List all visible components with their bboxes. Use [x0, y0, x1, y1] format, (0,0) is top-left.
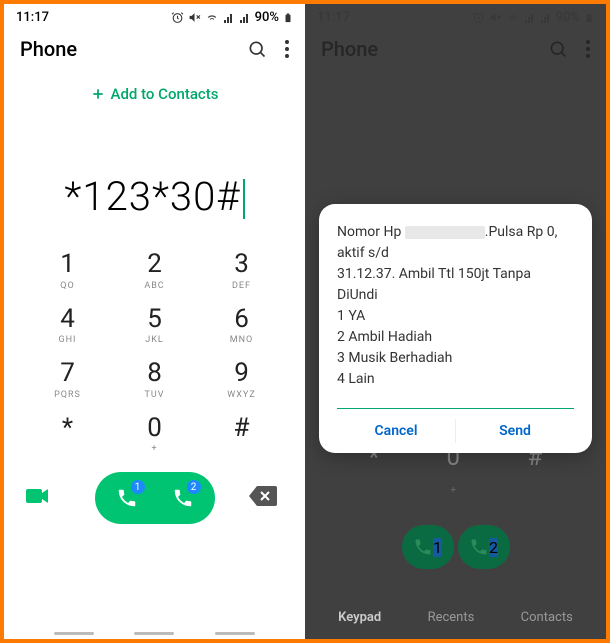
status-icons: 90% — [171, 10, 293, 25]
battery-text: 90% — [255, 10, 279, 25]
key-6[interactable]: 6MNO — [198, 305, 285, 346]
signal-icon — [223, 12, 235, 24]
cancel-button[interactable]: Cancel — [337, 409, 455, 453]
dialog-opt1: 1 YA — [337, 308, 365, 324]
send-button[interactable]: Send — [456, 409, 574, 453]
dialog-opt2: 2 Ambil Hadiah — [337, 329, 432, 345]
mute-icon — [188, 11, 201, 24]
dialog-opt3: 3 Musik Berhadiah — [337, 350, 452, 366]
bg-call-sim1: 1 — [402, 525, 454, 569]
tab-contacts: Contacts — [521, 610, 573, 625]
call-row: 1 2 — [4, 454, 305, 532]
key-3[interactable]: 3DEF — [198, 250, 285, 291]
call-sim2-button[interactable]: 2 — [157, 476, 209, 520]
signal-icon-2 — [239, 12, 251, 24]
battery-icon — [283, 11, 293, 25]
bg-call-row: 1 2 — [305, 515, 606, 579]
bg-tabs: Keypad Recents Contacts — [305, 610, 606, 625]
redacted-number — [405, 226, 485, 239]
add-to-contacts-button[interactable]: Add to Contacts — [4, 67, 305, 113]
tab-keypad: Keypad — [338, 610, 381, 625]
dialog-line2: 31.12.37. Ambil Ttl 150jt Tanpa DiUndi — [337, 266, 531, 303]
bg-badge-1: 1 — [433, 538, 442, 557]
cursor — [243, 179, 245, 219]
add-contact-label: Add to Contacts — [111, 85, 219, 103]
alarm-icon — [171, 11, 184, 24]
dialog-opt4: 4 Lain — [337, 371, 375, 387]
plus-icon — [91, 87, 105, 101]
nav-back[interactable] — [215, 632, 255, 635]
android-navbar — [4, 632, 305, 635]
titlebar: Phone — [4, 27, 305, 67]
nav-home[interactable] — [134, 632, 174, 635]
key-hash[interactable]: # — [198, 414, 285, 455]
sim-badge-2: 2 — [187, 480, 201, 494]
bg-plus: + — [450, 485, 456, 496]
key-5[interactable]: 5JKL — [111, 305, 198, 346]
search-icon[interactable] — [247, 39, 267, 59]
key-8[interactable]: 8TUV — [111, 359, 198, 400]
more-icon[interactable] — [285, 40, 289, 58]
backspace-button[interactable] — [249, 486, 277, 510]
call-sim1-button[interactable]: 1 — [101, 476, 153, 520]
sim-badge-1: 1 — [131, 480, 145, 494]
bg-call-sim2: 2 — [458, 525, 510, 569]
bg-badge-2: 2 — [489, 538, 498, 557]
dialog-line1a: Nomor Hp — [337, 224, 405, 240]
key-2[interactable]: 2ABC — [111, 250, 198, 291]
key-star[interactable]: * — [24, 414, 111, 455]
ussd-dialog: Nomor Hp .Pulsa Rp 0, aktif s/d 31.12.37… — [319, 204, 592, 453]
key-7[interactable]: 7PQRS — [24, 359, 111, 400]
status-bar: 11:17 90% — [4, 4, 305, 27]
dialed-text: *123*30# — [64, 173, 240, 220]
key-0[interactable]: 0+ — [111, 414, 198, 455]
video-call-button[interactable] — [26, 487, 50, 509]
tab-recents: Recents — [428, 610, 475, 625]
call-pill: 1 2 — [95, 472, 215, 524]
status-time: 11:17 — [16, 10, 49, 25]
nav-recent[interactable] — [54, 632, 94, 635]
key-9[interactable]: 9WXYZ — [198, 359, 285, 400]
wifi-icon — [205, 11, 219, 24]
keypad: 1QO 2ABC 3DEF 4GHI 5JKL 6MNO 7PQRS 8TUV … — [4, 250, 305, 454]
dialed-number: *123*30# — [4, 113, 305, 250]
dialog-body: Nomor Hp .Pulsa Rp 0, aktif s/d 31.12.37… — [337, 222, 574, 390]
page-title: Phone — [20, 37, 77, 61]
key-1[interactable]: 1QO — [24, 250, 111, 291]
key-4[interactable]: 4GHI — [24, 305, 111, 346]
